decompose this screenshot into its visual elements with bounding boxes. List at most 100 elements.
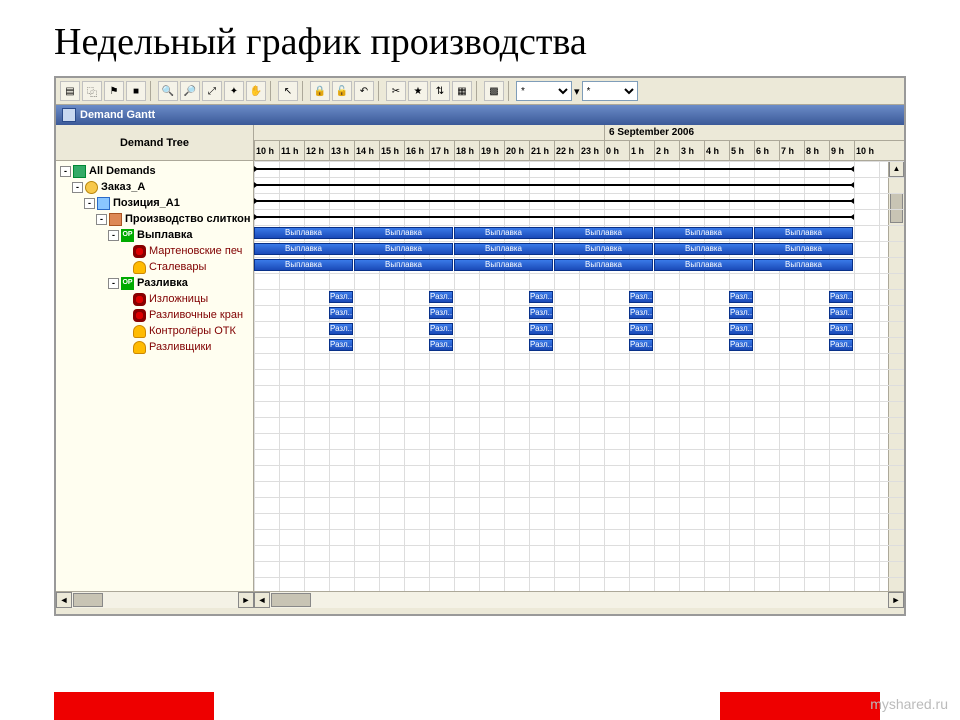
gantt-bar[interactable]: Выплавка (654, 259, 753, 271)
expand-icon[interactable]: - (84, 198, 95, 209)
wand-icon[interactable]: ✦ (224, 81, 244, 101)
tree-node[interactable]: Контролёры ОТК (56, 323, 253, 339)
hscroll-thumb[interactable] (271, 593, 311, 607)
expand-icon[interactable]: - (60, 166, 71, 177)
gantt-bar[interactable]: Разл... (729, 339, 753, 351)
gantt-bar[interactable]: Выплавка (654, 227, 753, 239)
expand-icon[interactable]: - (72, 182, 83, 193)
gantt-bar[interactable]: Выплавка (454, 227, 553, 239)
gantt-bar[interactable]: Выплавка (454, 243, 553, 255)
tree-label: Выплавка (137, 229, 192, 241)
tree-node[interactable]: -OPВыплавка (56, 227, 253, 243)
star-icon[interactable]: ★ (408, 81, 428, 101)
hand-icon[interactable]: ✋ (246, 81, 266, 101)
gantt-bar[interactable]: Разл... (529, 291, 553, 303)
gantt-bar[interactable]: Разл... (529, 323, 553, 335)
zoom-in-icon[interactable]: 🔍 (158, 81, 178, 101)
gantt-bar[interactable]: Выплавка (254, 243, 353, 255)
gantt-bar[interactable]: Выплавка (254, 227, 353, 239)
expand-icon[interactable]: - (96, 214, 107, 225)
hour-cell: 19 h (479, 141, 504, 161)
gantt-bar[interactable]: Выплавка (454, 259, 553, 271)
tree-node[interactable]: Мартеновские печ (56, 243, 253, 259)
gantt-bar[interactable]: Разл... (629, 339, 653, 351)
summary-bar[interactable] (254, 168, 854, 170)
gantt-bar[interactable]: Разл... (329, 291, 353, 303)
gantt-bar[interactable]: Выплавка (354, 259, 453, 271)
gantt-body[interactable]: ▲ ВыплавкаВыплавкаВыплавкаВыплавкаВыплав… (254, 161, 904, 591)
tree-node[interactable]: - Производство слиткон (56, 211, 253, 227)
tree-node[interactable]: Разливщики (56, 339, 253, 355)
gantt-bar[interactable]: Разл... (529, 339, 553, 351)
gantt-bar[interactable]: Разл... (629, 291, 653, 303)
gantt-bar[interactable]: Разл... (729, 291, 753, 303)
zoom-out-icon[interactable]: 🔎 (180, 81, 200, 101)
gantt-bar[interactable]: Выплавка (754, 227, 853, 239)
gantt-bar[interactable]: Разл... (829, 291, 853, 303)
tree-node[interactable]: Разливочные кран (56, 307, 253, 323)
tree-node[interactable]: Изложницы (56, 291, 253, 307)
scroll-thumb[interactable] (890, 193, 903, 223)
palette-icon[interactable]: ▦ (452, 81, 472, 101)
gantt-bar[interactable]: Разл... (729, 323, 753, 335)
gantt-bar[interactable]: Разл... (529, 307, 553, 319)
expand-icon[interactable]: - (108, 230, 119, 241)
gantt-bar[interactable]: Разл... (429, 339, 453, 351)
stop-icon[interactable]: ■ (126, 81, 146, 101)
grid-icon[interactable]: ▩ (484, 81, 504, 101)
tree-node[interactable]: -All Demands (56, 163, 253, 179)
gantt-bar[interactable]: Разл... (429, 323, 453, 335)
gantt-bar[interactable]: Разл... (429, 291, 453, 303)
tree-node[interactable]: -OPРазливка (56, 275, 253, 291)
tree-label: Производство слиткон (125, 213, 250, 225)
gantt-bar[interactable]: Разл... (829, 339, 853, 351)
tree-node[interactable]: Сталевары (56, 259, 253, 275)
gantt-bar[interactable]: Выплавка (654, 243, 753, 255)
gantt-bar[interactable]: Выплавка (554, 259, 653, 271)
gantt-bar[interactable]: Выплавка (354, 227, 453, 239)
summary-bar[interactable] (254, 184, 854, 186)
scroll-left-icon[interactable]: ◄ (56, 592, 72, 608)
gantt-bar[interactable]: Выплавка (554, 227, 653, 239)
gantt-header: 6 September 2006 10 h11 h12 h13 h14 h15 … (254, 125, 904, 161)
summary-bar[interactable] (254, 216, 854, 218)
tree-node[interactable]: -Заказ_А (56, 179, 253, 195)
gantt-bar[interactable]: Выплавка (254, 259, 353, 271)
scroll-right-icon[interactable]: ► (888, 592, 904, 608)
gantt-bar[interactable]: Выплавка (354, 243, 453, 255)
gantt-bar[interactable]: Разл... (729, 307, 753, 319)
expand-icon[interactable]: - (108, 278, 119, 289)
hscroll-thumb[interactable] (73, 593, 103, 607)
doc-icon[interactable]: ▤ (60, 81, 80, 101)
flag-icon[interactable]: ⚑ (104, 81, 124, 101)
gantt-bar[interactable]: Разл... (329, 339, 353, 351)
gantt-hscroll[interactable]: ◄ ► (254, 592, 904, 608)
scroll-up-icon[interactable]: ▲ (889, 161, 904, 177)
summary-bar[interactable] (254, 200, 854, 202)
toolbar-combo[interactable]: * (516, 81, 572, 101)
gantt-bar[interactable]: Разл... (629, 307, 653, 319)
undo-icon[interactable]: ↶ (354, 81, 374, 101)
tree-hscroll[interactable]: ◄ ► (56, 592, 254, 608)
gantt-bar[interactable]: Выплавка (754, 243, 853, 255)
gantt-bar[interactable]: Выплавка (554, 243, 653, 255)
tree-node[interactable]: -Позиция_А1 (56, 195, 253, 211)
gantt-bar[interactable]: Разл... (329, 307, 353, 319)
gantt-bar[interactable]: Разл... (829, 307, 853, 319)
gantt-bar[interactable]: Разл... (629, 323, 653, 335)
gantt-bar[interactable]: Выплавка (754, 259, 853, 271)
cut-icon[interactable]: ✂ (386, 81, 406, 101)
merge-icon[interactable]: ⇅ (430, 81, 450, 101)
scroll-left-icon[interactable]: ◄ (254, 592, 270, 608)
lock-icon[interactable]: 🔒 (310, 81, 330, 101)
gantt-bar[interactable]: Разл... (829, 323, 853, 335)
unlock-icon[interactable]: 🔓 (332, 81, 352, 101)
scroll-right-icon[interactable]: ► (238, 592, 254, 608)
toolbar-combo[interactable]: * (582, 81, 638, 101)
zoom-fit-icon[interactable]: ⤢ (202, 81, 222, 101)
pointer-icon[interactable]: ↖ (278, 81, 298, 101)
hour-cell: 20 h (504, 141, 529, 161)
gantt-bar[interactable]: Разл... (429, 307, 453, 319)
copy-icon[interactable]: ⿻ (82, 81, 102, 101)
gantt-bar[interactable]: Разл... (329, 323, 353, 335)
